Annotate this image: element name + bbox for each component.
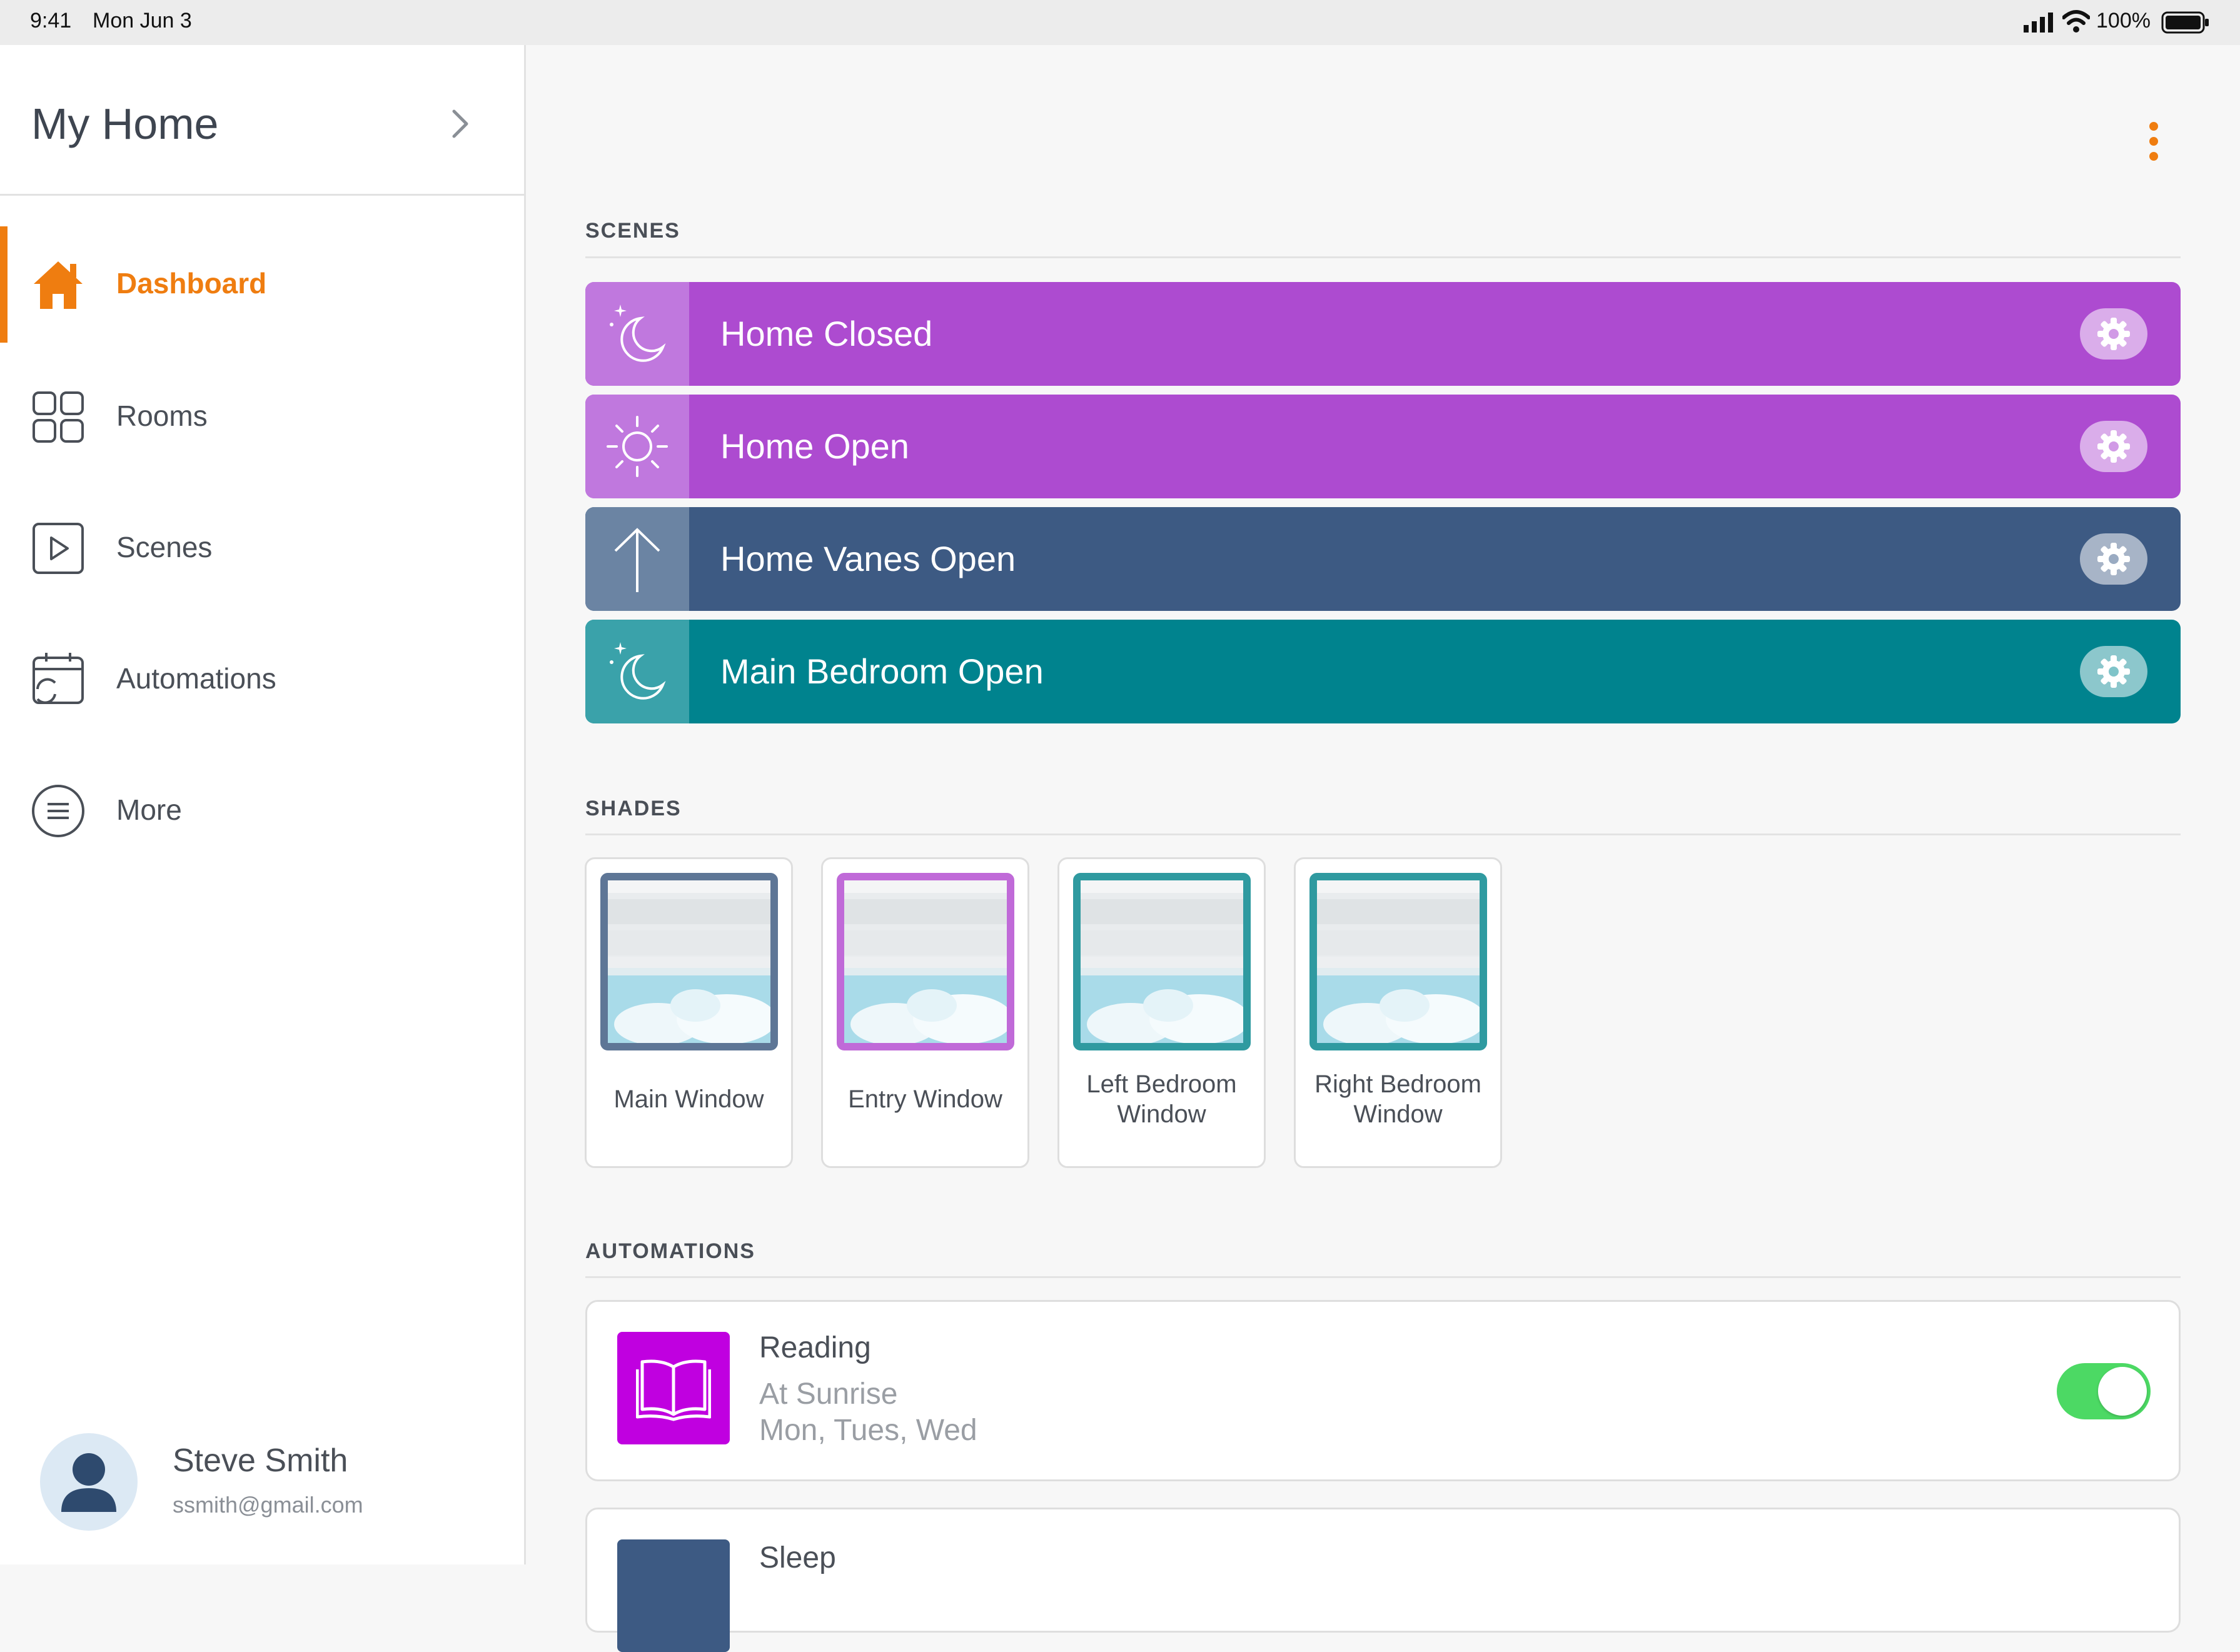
gear-icon: [2097, 543, 2130, 575]
scene-icon-box: [585, 620, 689, 723]
status-bar: 9:41 Mon Jun 3 100%: [0, 0, 2240, 45]
sidebar-item-automations[interactable]: Automations: [0, 620, 524, 739]
avatar[interactable]: [40, 1433, 138, 1531]
scene-home-open[interactable]: Home Open: [585, 395, 2181, 498]
shade-window-image: [837, 873, 1014, 1050]
scene-icon-box: [585, 395, 689, 498]
scene-label: Home Vanes Open: [720, 539, 1016, 578]
scenes-section-title: SCENES: [585, 219, 680, 243]
automation-icon-box: [617, 1332, 730, 1444]
profile-email: ssmith@gmail.com: [173, 1492, 363, 1518]
scene-icon-box: [585, 507, 689, 611]
scene-home-vanes-open[interactable]: Home Vanes Open: [585, 507, 2181, 611]
shade-label-line: Main Window: [613, 1085, 764, 1113]
automation-card-reading[interactable]: Reading At Sunrise Mon, Tues, Wed: [585, 1300, 2181, 1481]
sidebar-item-label: More: [116, 793, 182, 826]
sidebar-item-label: Automations: [116, 662, 276, 695]
shade-window-image: [600, 873, 778, 1050]
scene-label: Home Closed: [720, 314, 933, 353]
grid-icon: [33, 391, 84, 443]
shade-window-image: [1073, 873, 1251, 1050]
gear-icon: [2097, 318, 2130, 350]
toggle-knob: [2098, 1367, 2147, 1416]
sidebar-item-rooms[interactable]: Rooms: [0, 358, 524, 476]
scene-settings-button[interactable]: [2080, 421, 2147, 472]
book-icon: [636, 1359, 711, 1421]
play-icon: [33, 523, 84, 574]
automation-title: Reading: [759, 1331, 871, 1364]
automation-days: Mon, Tues, Wed: [759, 1414, 977, 1447]
shade-label-line: Window: [1117, 1100, 1206, 1128]
moon-stars-icon: [610, 642, 666, 700]
shade-label: Right Bedroom Window: [1296, 1069, 1500, 1129]
battery-percent: 100%: [2096, 9, 2151, 33]
user-icon: [61, 1453, 116, 1512]
automation-toggle[interactable]: [2057, 1363, 2151, 1419]
profile-name: Steve Smith: [173, 1443, 348, 1479]
scene-settings-button[interactable]: [2080, 533, 2147, 585]
sidebar-item-more[interactable]: More: [0, 752, 524, 870]
home-icon: [34, 261, 83, 309]
shade-card[interactable]: Entry Window: [821, 857, 1029, 1168]
automations-section-title: AUTOMATIONS: [585, 1239, 755, 1263]
sidebar-item-label: Dashboard: [116, 267, 267, 300]
gear-icon: [2097, 430, 2130, 463]
shade-card[interactable]: Main Window: [585, 857, 793, 1168]
scene-settings-button[interactable]: [2080, 308, 2147, 360]
shade-card[interactable]: Right Bedroom Window: [1294, 857, 1502, 1168]
sidebar-item-label: Scenes: [116, 531, 213, 563]
scene-main-bedroom-open[interactable]: Main Bedroom Open: [585, 620, 2181, 723]
status-date: Mon Jun 3: [93, 9, 192, 33]
more-options-icon[interactable]: [2141, 119, 2166, 169]
battery-icon: [2161, 11, 2209, 34]
shade-card[interactable]: Left Bedroom Window: [1057, 857, 1266, 1168]
automation-time: At Sunrise: [759, 1378, 898, 1411]
sidebar-item-label: Rooms: [116, 400, 208, 432]
shade-label-line: Entry Window: [848, 1085, 1002, 1113]
signal-icon: [2024, 13, 2053, 33]
moon-stars-icon: [610, 305, 666, 362]
sidebar-item-dashboard[interactable]: Dashboard: [0, 226, 524, 345]
sidebar-item-scenes[interactable]: Scenes: [0, 489, 524, 608]
sun-icon: [607, 416, 668, 477]
automation-card-sleep[interactable]: Sleep: [585, 1508, 2181, 1652]
sidebar-divider: [0, 194, 524, 196]
menu-circle-icon: [32, 785, 84, 837]
shades-section-title: SHADES: [585, 797, 682, 820]
automation-title: Sleep: [759, 1541, 836, 1574]
gear-icon: [2097, 655, 2130, 688]
scene-home-closed[interactable]: Home Closed: [585, 282, 2181, 386]
shade-window-image: [1309, 873, 1487, 1050]
scene-label: Main Bedroom Open: [720, 652, 1044, 691]
chevron-right-icon[interactable]: [448, 105, 473, 143]
calendar-sync-icon: [33, 653, 84, 704]
shade-label-line: Left Bedroom: [1086, 1070, 1237, 1098]
status-time: 9:41: [30, 9, 72, 33]
scene-label: Home Open: [720, 426, 909, 466]
section-divider: [585, 834, 2181, 835]
scene-settings-button[interactable]: [2080, 646, 2147, 697]
home-title[interactable]: My Home: [31, 99, 218, 149]
arrow-up-icon: [614, 528, 660, 592]
shade-label: Main Window: [587, 1084, 791, 1114]
shade-label-line: Right Bedroom: [1314, 1070, 1481, 1098]
section-divider: [585, 1276, 2181, 1278]
shade-label-line: Window: [1353, 1100, 1443, 1128]
scene-icon-box: [585, 282, 689, 386]
automation-icon: [617, 1539, 730, 1652]
shade-label: Left Bedroom Window: [1059, 1069, 1264, 1129]
wifi-icon: [2062, 10, 2090, 33]
section-divider: [585, 256, 2181, 258]
shade-label: Entry Window: [823, 1084, 1027, 1114]
